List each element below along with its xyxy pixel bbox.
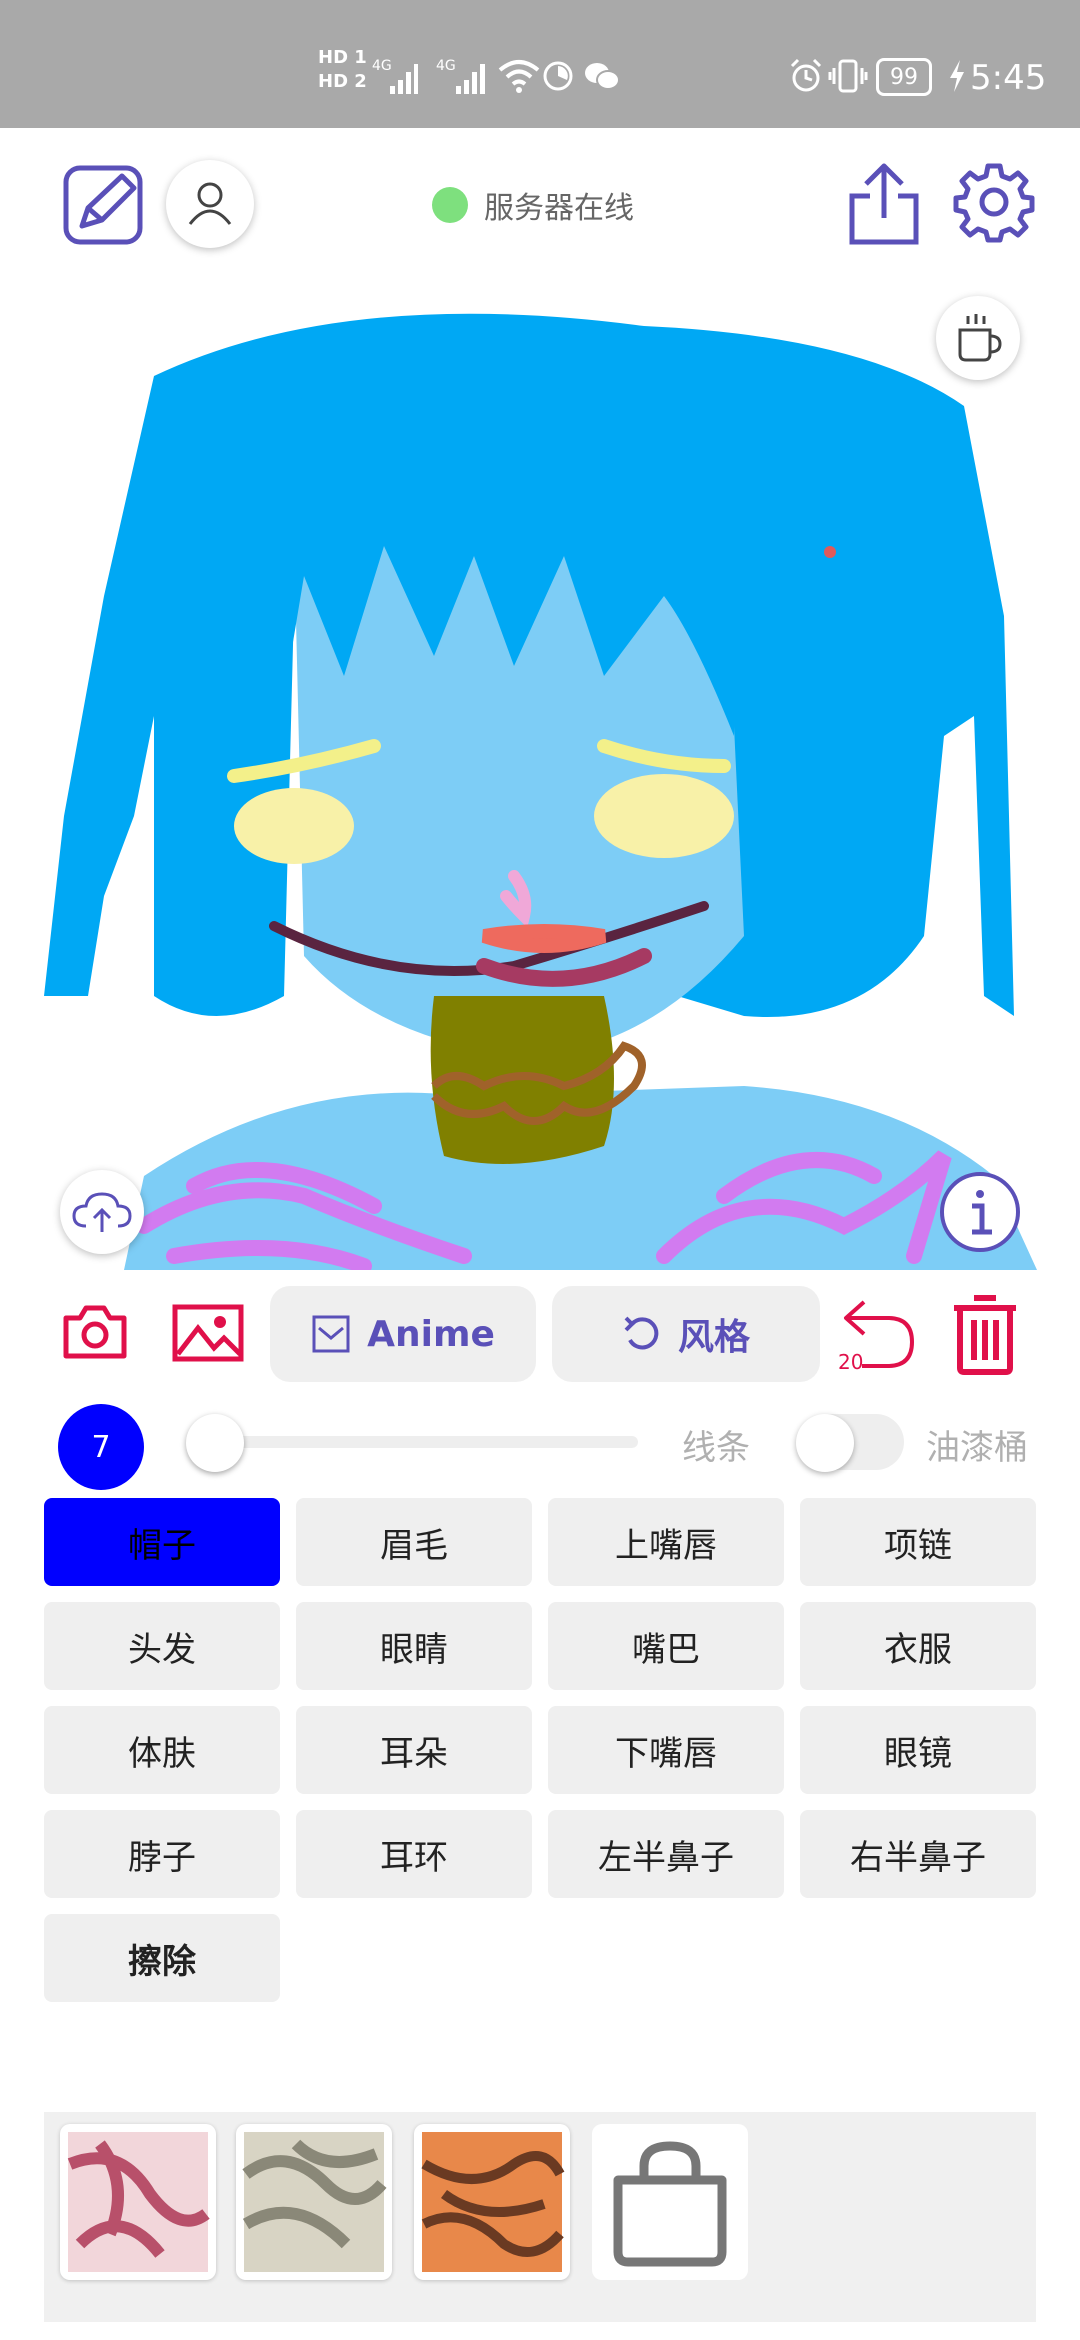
part-button[interactable]: 眼镜 bbox=[800, 1706, 1036, 1794]
texture-pattern bbox=[242, 2132, 387, 2272]
shopping-bag-icon bbox=[613, 2141, 727, 2267]
part-button[interactable]: 体肤 bbox=[44, 1706, 280, 1794]
cheek-mark bbox=[824, 546, 836, 558]
part-button[interactable]: 项链 bbox=[800, 1498, 1036, 1586]
part-button[interactable]: 眼睛 bbox=[296, 1602, 532, 1690]
settings-icon[interactable] bbox=[952, 160, 1036, 244]
brush-size-slider[interactable] bbox=[186, 1436, 638, 1448]
drawing-canvas[interactable] bbox=[44, 296, 1037, 1270]
sim1-label: HD 1 bbox=[318, 47, 367, 68]
brush-color-swatch[interactable]: 7 bbox=[58, 1404, 144, 1490]
image-icon[interactable] bbox=[172, 1304, 244, 1362]
timer-icon bbox=[543, 61, 573, 91]
clock: 5:45 bbox=[970, 58, 1047, 98]
wechat-icon bbox=[585, 63, 620, 90]
vibrate-icon bbox=[828, 59, 868, 93]
texture-swatch[interactable] bbox=[60, 2124, 216, 2280]
part-button[interactable]: 下嘴唇 bbox=[548, 1706, 784, 1794]
part-grid: 帽子 眉毛 上嘴唇 项链头发 眼睛 嘴巴 衣服体肤 耳朵 下嘴唇 眼镜脖子 耳环 左半鼻子 右半鼻子擦除 bbox=[44, 1498, 1036, 2002]
upper-lip bbox=[481, 924, 607, 953]
eye-right bbox=[594, 774, 734, 858]
part-button[interactable]: 衣服 bbox=[800, 1602, 1036, 1690]
texture-palette bbox=[44, 2112, 1036, 2322]
checkbox-icon bbox=[312, 1315, 350, 1353]
paint-bucket-label: 油漆桶 bbox=[926, 1428, 1028, 1468]
part-button[interactable]: 帽子 bbox=[44, 1498, 280, 1586]
line-mode-label: 线条 bbox=[682, 1428, 750, 1468]
net2-label: 4G bbox=[436, 58, 456, 74]
sim2-label: HD 2 bbox=[318, 71, 367, 92]
portrait-drawing bbox=[44, 313, 1037, 1270]
part-button[interactable]: 嘴巴 bbox=[548, 1602, 784, 1690]
cloud-upload-icon bbox=[72, 1192, 132, 1232]
anime-style-label: Anime bbox=[367, 1313, 495, 1355]
signal-icon: 4G bbox=[372, 58, 418, 94]
user-button[interactable] bbox=[166, 160, 254, 248]
battery-icon: 99 bbox=[876, 58, 932, 96]
part-button[interactable]: 左半鼻子 bbox=[548, 1810, 784, 1898]
brush-size-value: 7 bbox=[91, 1429, 111, 1465]
style-reset-button[interactable]: 风格 bbox=[552, 1286, 820, 1382]
upload-button[interactable] bbox=[60, 1170, 144, 1254]
charging-icon bbox=[950, 60, 964, 92]
part-button[interactable]: 擦除 bbox=[44, 1914, 280, 2002]
status-bar: HD 1 HD 2 4G 4G 99 5:45 bbox=[0, 0, 1080, 128]
coffee-icon bbox=[958, 314, 1002, 362]
coffee-button[interactable] bbox=[936, 296, 1020, 380]
battery-level: 99 bbox=[890, 64, 918, 90]
server-status-dot bbox=[432, 187, 468, 223]
part-button[interactable]: 眉毛 bbox=[296, 1498, 532, 1586]
alarm-icon bbox=[790, 58, 822, 92]
part-button[interactable]: 耳环 bbox=[296, 1810, 532, 1898]
texture-swatch[interactable] bbox=[414, 2124, 570, 2280]
texture-pattern bbox=[67, 2132, 210, 2272]
info-icon[interactable] bbox=[938, 1170, 1022, 1254]
server-status: 服务器在线 bbox=[432, 182, 634, 228]
part-button[interactable]: 右半鼻子 bbox=[800, 1810, 1036, 1898]
shop-button[interactable] bbox=[592, 2124, 748, 2280]
part-button[interactable]: 耳朵 bbox=[296, 1706, 532, 1794]
part-button[interactable]: 脖子 bbox=[44, 1810, 280, 1898]
brush-size-slider-thumb[interactable] bbox=[186, 1414, 244, 1472]
paint-bucket-toggle-thumb[interactable] bbox=[796, 1414, 854, 1472]
undo-count: 20 bbox=[838, 1350, 864, 1374]
user-icon bbox=[188, 182, 232, 225]
wifi-icon bbox=[498, 60, 540, 93]
trash-icon[interactable] bbox=[950, 1294, 1020, 1376]
part-button[interactable]: 上嘴唇 bbox=[548, 1498, 784, 1586]
sim-indicator: HD 1 HD 2 bbox=[318, 48, 367, 92]
part-button[interactable]: 头发 bbox=[44, 1602, 280, 1690]
edit-icon[interactable] bbox=[62, 162, 146, 246]
signal-2-icon: 4G bbox=[436, 58, 485, 94]
net1-label: 4G bbox=[372, 58, 392, 74]
refresh-icon bbox=[624, 1316, 659, 1350]
share-icon[interactable] bbox=[846, 160, 922, 246]
camera-icon[interactable] bbox=[62, 1304, 128, 1360]
texture-pattern bbox=[421, 2132, 565, 2272]
server-status-label: 服务器在线 bbox=[484, 191, 634, 226]
anime-style-button[interactable]: Anime bbox=[270, 1286, 536, 1382]
eye-left bbox=[234, 788, 354, 864]
texture-swatch[interactable] bbox=[236, 2124, 392, 2280]
style-reset-label: 风格 bbox=[677, 1317, 750, 1358]
